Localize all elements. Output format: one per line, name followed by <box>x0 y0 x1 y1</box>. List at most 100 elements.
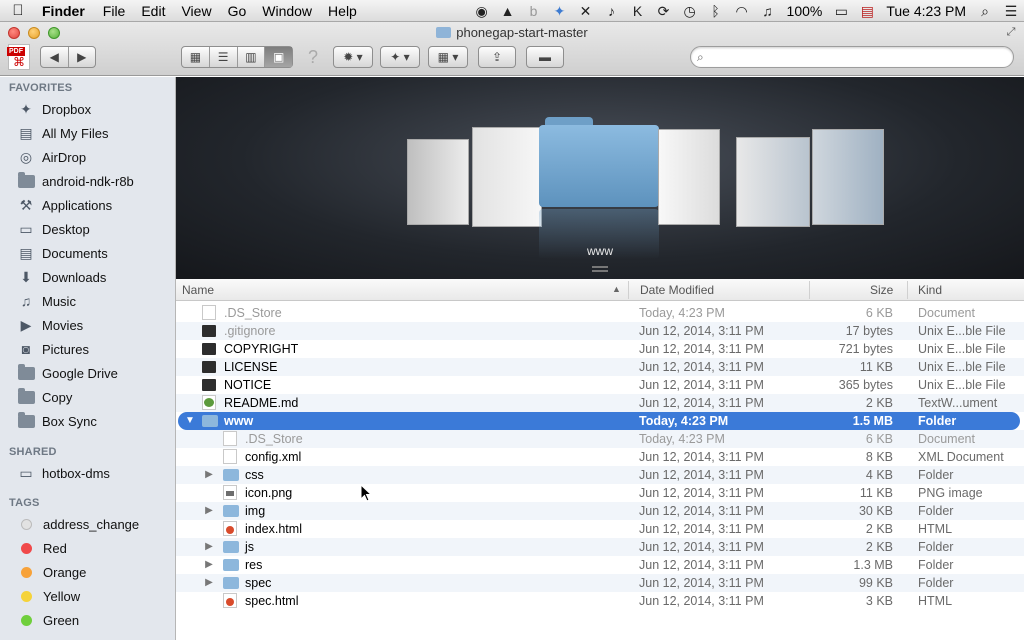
table-row[interactable]: config.xml Jun 12, 2014, 3:11 PM 8 KB XML D… <box>176 448 1024 466</box>
wifi-icon[interactable]: ◠ <box>729 0 755 22</box>
battery-percent[interactable]: 100% <box>781 3 829 19</box>
menu-view[interactable]: View <box>173 3 219 19</box>
column-view-button[interactable]: ▥ <box>238 47 266 67</box>
column-header-kind[interactable]: Kind <box>918 283 942 297</box>
sidebar-tag-orange[interactable]: Orange <box>0 560 175 584</box>
sidebar-item-downloads[interactable]: ⬇ Downloads <box>0 265 175 289</box>
sidebar-item-airdrop[interactable]: ◎ AirDrop <box>0 145 175 169</box>
menu-file[interactable]: File <box>95 3 134 19</box>
table-row-selected[interactable]: ▼ www Today, 4:23 PM 1.5 MB Folder <box>178 412 1020 430</box>
k-status-icon[interactable]: K <box>625 0 651 22</box>
sidebar-tag-red[interactable]: Red <box>0 536 175 560</box>
notification-bell-icon[interactable]: ♪ <box>599 0 625 22</box>
coverflow-item[interactable] <box>472 127 542 227</box>
sidebar-item-applications[interactable]: ⚒ Applications <box>0 193 175 217</box>
disclosure-collapsed-icon[interactable]: ▶ <box>203 469 215 480</box>
disclosure-collapsed-icon[interactable]: ▶ <box>203 559 215 570</box>
sidebar-item-music[interactable]: ♫ Music <box>0 289 175 313</box>
sidebar-item-shared-0[interactable]: ▭ hotbox-dms <box>0 461 175 485</box>
sidebar-item-pictures[interactable]: ◙ Pictures <box>0 337 175 361</box>
column-header-size[interactable]: Size <box>870 283 893 297</box>
table-row[interactable]: .DS_Store Today, 4:23 PM 6 KB Document <box>176 304 1024 322</box>
table-row[interactable]: ▶ js Jun 12, 2014, 3:11 PM 2 KB Folder <box>176 538 1024 556</box>
sidebar-item-desktop[interactable]: ▭ Desktop <box>0 217 175 241</box>
time-machine-icon[interactable]: ◷ <box>677 0 703 22</box>
flag-input-icon[interactable]: ▤ <box>854 0 880 22</box>
menu-app-finder[interactable]: Finder <box>36 3 95 19</box>
sync-status-icon[interactable]: ⟳ <box>651 0 677 22</box>
sidebar-item-copy[interactable]: Copy <box>0 385 175 409</box>
arrange-button[interactable]: ▦ ▾ <box>428 46 468 68</box>
action-gear-button[interactable]: ✹ ▾ <box>333 46 373 68</box>
dropbox-status-icon[interactable]: ✦ <box>547 0 573 22</box>
sidebar-tag-yellow[interactable]: Yellow <box>0 584 175 608</box>
list-view-button[interactable]: ☰ <box>210 47 238 67</box>
tags-button[interactable]: ▬ <box>526 46 564 68</box>
forward-button[interactable]: ▶ <box>69 47 96 67</box>
b-status-icon[interactable]: b <box>521 0 547 22</box>
table-row[interactable]: ▶ res Jun 12, 2014, 3:11 PM 1.3 MB Folder <box>176 556 1024 574</box>
column-header-name[interactable]: Name <box>182 283 214 297</box>
apple-menu-icon[interactable]:  <box>0 2 36 19</box>
menu-window[interactable]: Window <box>254 3 320 19</box>
share-button[interactable]: ⇪ <box>478 46 516 68</box>
sidebar-item-google-drive[interactable]: Google Drive <box>0 361 175 385</box>
coverflow-resize-handle[interactable] <box>592 266 608 272</box>
cell-date: Jun 12, 2014, 3:11 PM <box>639 540 764 554</box>
column-header-date[interactable]: Date Modified <box>640 283 714 297</box>
table-row[interactable]: README.md Jun 12, 2014, 3:11 PM 2 KB TextW.… <box>176 394 1024 412</box>
table-row[interactable]: COPYRIGHT Jun 12, 2014, 3:11 PM 721 bytes U… <box>176 340 1024 358</box>
coverflow-view-button[interactable]: ▣ <box>265 47 292 67</box>
table-row[interactable]: icon.png Jun 12, 2014, 3:11 PM 11 KB PNG im… <box>176 484 1024 502</box>
table-row[interactable]: spec.html Jun 12, 2014, 3:11 PM 3 KB HTML <box>176 592 1024 610</box>
sidebar-item-android-ndk-r8b[interactable]: android-ndk-r8b <box>0 169 175 193</box>
sidebar-item-box-sync[interactable]: Box Sync <box>0 409 175 433</box>
coverflow-folder-icon[interactable] <box>539 117 659 207</box>
tools-status-icon[interactable]: ✕ <box>573 0 599 22</box>
dropbox-toolbar-button[interactable]: ✦ ▾ <box>380 46 420 68</box>
coverflow-item[interactable] <box>736 137 810 227</box>
volume-icon[interactable]: ♫ <box>755 0 781 22</box>
sidebar-item-label: Downloads <box>42 269 107 285</box>
clock[interactable]: Tue 4:23 PM <box>880 3 972 19</box>
notification-center-icon[interactable]: ☰ <box>998 0 1024 22</box>
coverflow-item[interactable] <box>658 129 720 225</box>
disclosure-expanded-icon[interactable]: ▼ <box>184 415 196 426</box>
menu-help[interactable]: Help <box>320 3 365 19</box>
search-field[interactable]: ⌕ <box>690 46 1014 68</box>
sidebar-tag-address-change[interactable]: address_change <box>0 512 175 536</box>
fullscreen-icon[interactable]: ⤢ <box>1004 26 1018 40</box>
bluetooth-icon[interactable]: ᛒ <box>703 0 729 22</box>
table-row[interactable]: .DS_Store Today, 4:23 PM 6 KB Document <box>176 430 1024 448</box>
table-row[interactable]: LICENSE Jun 12, 2014, 3:11 PM 11 KB Unix E.… <box>176 358 1024 376</box>
table-row[interactable]: index.html Jun 12, 2014, 3:11 PM 2 KB HTML <box>176 520 1024 538</box>
table-row[interactable]: ▶ spec Jun 12, 2014, 3:11 PM 99 KB Folder <box>176 574 1024 592</box>
sidebar-item-all-my-files[interactable]: ▤ All My Files <box>0 121 175 145</box>
back-button[interactable]: ◀ <box>41 47 69 67</box>
pdf-document-icon[interactable]: PDF ⌘ <box>7 44 30 70</box>
sidebar-tag-green[interactable]: Green <box>0 608 175 632</box>
menu-edit[interactable]: Edit <box>133 3 173 19</box>
disclosure-collapsed-icon[interactable]: ▶ <box>203 541 215 552</box>
sort-ascending-icon[interactable]: ▲ <box>612 284 621 294</box>
alert-status-icon[interactable]: ▲ <box>495 0 521 22</box>
coverflow-item[interactable] <box>407 139 469 225</box>
table-row[interactable]: ▶ img Jun 12, 2014, 3:11 PM 30 KB Folder <box>176 502 1024 520</box>
sidebar-item-movies[interactable]: ▶ Movies <box>0 313 175 337</box>
search-input[interactable] <box>713 49 1003 65</box>
battery-icon[interactable]: ▭ <box>828 0 854 22</box>
sidebar-item-dropbox[interactable]: ✦ Dropbox <box>0 97 175 121</box>
sidebar-item-documents[interactable]: ▤ Documents <box>0 241 175 265</box>
icon-view-button[interactable]: ▦ <box>182 47 210 67</box>
spotlight-search-icon[interactable]: ⌕ <box>972 0 998 22</box>
coverflow-item[interactable] <box>812 129 884 225</box>
table-row[interactable]: ▶ css Jun 12, 2014, 3:11 PM 4 KB Folder <box>176 466 1024 484</box>
table-row[interactable]: .gitignore Jun 12, 2014, 3:11 PM 17 bytes U… <box>176 322 1024 340</box>
help-icon[interactable]: ? <box>302 46 324 68</box>
disclosure-collapsed-icon[interactable]: ▶ <box>203 577 215 588</box>
menu-go[interactable]: Go <box>220 3 255 19</box>
disclosure-collapsed-icon[interactable]: ▶ <box>203 505 215 516</box>
table-row[interactable]: NOTICE Jun 12, 2014, 3:11 PM 365 bytes Unix… <box>176 376 1024 394</box>
coverflow-view[interactable]: www <box>176 77 1024 279</box>
camera-status-icon[interactable]: ◉ <box>469 0 495 22</box>
